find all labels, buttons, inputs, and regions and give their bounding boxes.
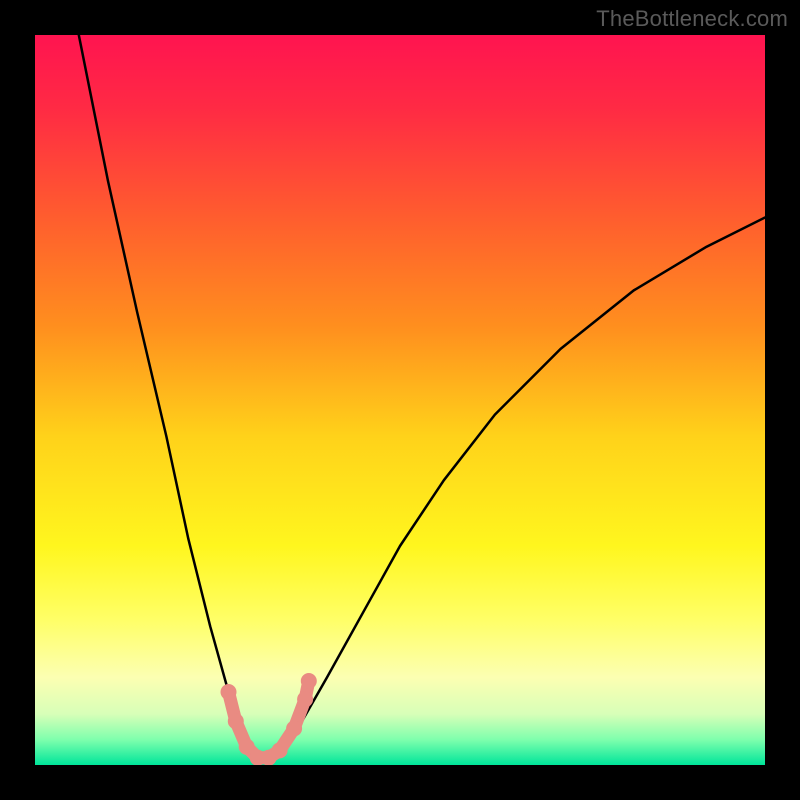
marker-dot bbox=[301, 673, 317, 689]
marker-dot bbox=[272, 742, 288, 758]
marker-dot bbox=[221, 684, 237, 700]
marker-dot bbox=[297, 691, 313, 707]
plot-area bbox=[35, 35, 765, 765]
marker-dot bbox=[286, 721, 302, 737]
curve-svg bbox=[35, 35, 765, 765]
bottleneck-curve bbox=[79, 35, 765, 761]
chart-frame: TheBottleneck.com bbox=[0, 0, 800, 800]
marker-dot bbox=[228, 713, 244, 729]
watermark-text: TheBottleneck.com bbox=[596, 6, 788, 32]
